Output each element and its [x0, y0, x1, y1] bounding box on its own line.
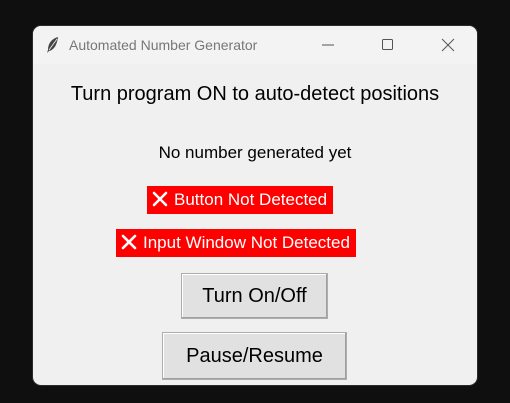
window-title: Automated Number Generator — [69, 37, 258, 53]
number-status-text: No number generated yet — [158, 143, 352, 162]
close-button[interactable] — [419, 26, 477, 64]
pause-resume-button[interactable]: Pause/Resume — [162, 332, 347, 380]
minimize-button[interactable] — [299, 26, 357, 64]
input-window-detection-badge: Input Window Not Detected — [116, 229, 356, 257]
close-icon — [441, 38, 455, 52]
x-icon — [152, 188, 168, 207]
input-window-detection-label: Input Window Not Detected — [143, 233, 350, 252]
title-bar[interactable]: Automated Number Generator — [33, 26, 477, 64]
x-icon — [121, 231, 137, 250]
maximize-button[interactable] — [359, 26, 417, 64]
instruction-heading: Turn program ON to auto-detect positions — [70, 83, 440, 105]
turn-on-off-button[interactable]: Turn On/Off — [181, 273, 328, 319]
button-detection-label: Button Not Detected — [174, 190, 328, 209]
maximize-icon — [382, 39, 393, 50]
app-window: Automated Number Generator Turn program … — [33, 26, 477, 385]
feather-icon — [45, 36, 61, 54]
button-detection-badge: Button Not Detected — [147, 186, 334, 214]
minimize-icon — [322, 44, 334, 46]
